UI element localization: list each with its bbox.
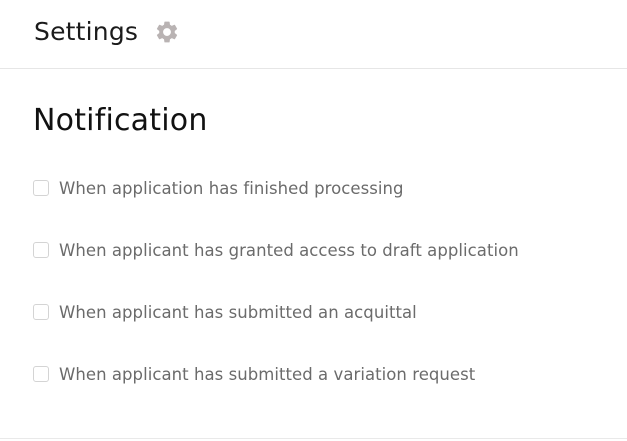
checkbox[interactable] [33,304,49,320]
notification-option-finished-processing[interactable]: When application has finished processing [33,176,404,200]
page-title: Settings [34,17,139,46]
option-label: When applicant has submitted an acquitta… [59,302,417,322]
checkbox[interactable] [33,180,49,196]
notification-option-granted-access[interactable]: When applicant has granted access to dra… [33,238,519,262]
settings-header: Settings [0,0,627,69]
checkbox[interactable] [33,242,49,258]
section-title: Notification [33,103,208,138]
gear-icon[interactable] [154,19,180,45]
notification-option-variation-request[interactable]: When applicant has submitted a variation… [33,362,475,386]
notification-option-submitted-acquittal[interactable]: When applicant has submitted an acquitta… [33,300,417,324]
checkbox[interactable] [33,366,49,382]
option-label: When applicant has submitted a variation… [59,364,476,384]
settings-page: Settings Notification When application h… [0,0,627,441]
option-label: When applicant has granted access to dra… [59,240,519,260]
option-label: When application has finished processing [59,178,404,198]
divider [0,438,627,439]
